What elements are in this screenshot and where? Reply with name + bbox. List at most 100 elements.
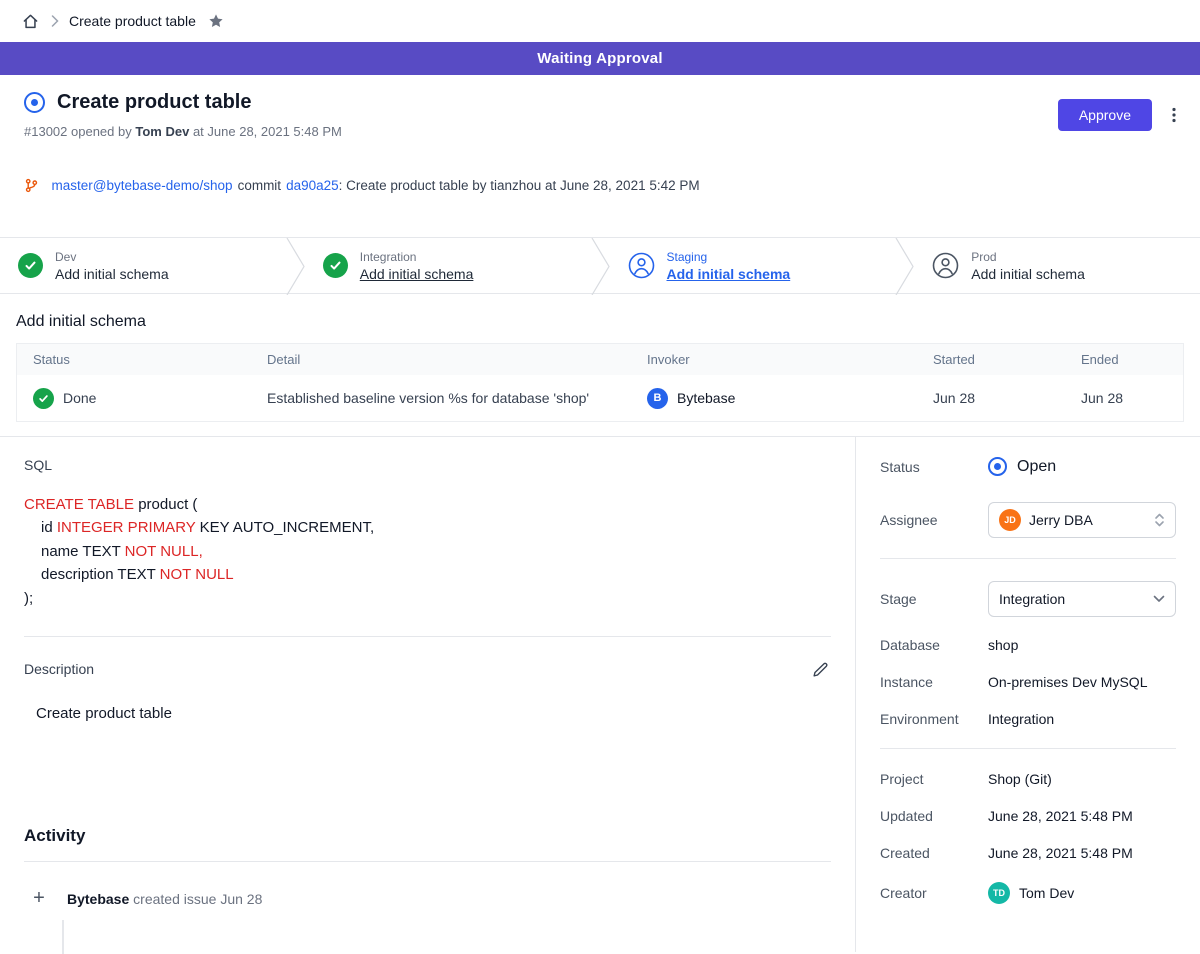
stage-integration[interactable]: Integration Add initial schema (305, 238, 591, 293)
kebab-menu-icon[interactable] (1164, 104, 1184, 126)
issue-author: Tom Dev (135, 124, 189, 139)
database-value: shop (988, 637, 1018, 653)
stage-select[interactable]: Integration (988, 581, 1176, 617)
activity-date: Jun 28 (220, 891, 262, 907)
sql-text: KEY AUTO_INCREMENT, (195, 519, 374, 536)
col-detail: Detail (267, 352, 647, 367)
done-check-icon (33, 388, 54, 409)
commit-hash-link[interactable]: da90a25 (286, 178, 339, 193)
pipeline-stages: Dev Add initial schema Integration Add i… (0, 237, 1200, 294)
sql-keyword: INTEGER PRIMARY (57, 519, 196, 536)
col-invoker: Invoker (647, 352, 933, 367)
stage-task-label: Add initial schema (971, 266, 1085, 282)
stage-task-label: Add initial schema (360, 266, 474, 282)
activity-actor: Bytebase (67, 891, 129, 907)
stage-env-label: Integration (360, 250, 474, 264)
issue-id: #13002 (24, 124, 67, 139)
task-started-cell: Jun 28 (933, 390, 1081, 406)
activity-heading: Activity (24, 826, 831, 846)
commit-repo-link[interactable]: master@bytebase-demo/shop (52, 178, 233, 193)
issue-sidebar: Status Open Assignee JD Jerry DBA Stage … (855, 437, 1200, 952)
stage-env-label: Prod (971, 250, 1085, 264)
issue-at: at (193, 124, 204, 139)
creator-value: Tom Dev (1019, 885, 1074, 901)
activity-action: created issue (133, 891, 216, 907)
task-table: Status Detail Invoker Started Ended Done… (16, 343, 1184, 422)
issue-opened-date: June 28, 2021 5:48 PM (207, 124, 341, 139)
stage-task-label: Add initial schema (667, 266, 791, 282)
star-icon[interactable] (206, 11, 226, 31)
creator-avatar: TD (988, 882, 1010, 904)
issue-main: SQL CREATE TABLE product ( id INTEGER PR… (0, 437, 855, 952)
issue-opened-by: opened by (71, 124, 132, 139)
stage-task-label: Add initial schema (55, 266, 169, 282)
task-status-text: Done (63, 390, 96, 406)
stage-env-label: Staging (667, 250, 791, 264)
stage-done-check-icon (323, 253, 348, 278)
col-status: Status (33, 352, 267, 367)
main-divider (24, 636, 831, 637)
task-table-header: Status Detail Invoker Started Ended (17, 344, 1183, 375)
assignee-avatar: JD (999, 509, 1021, 531)
stage-prod[interactable]: Prod Add initial schema (914, 238, 1200, 293)
activity-divider (24, 861, 831, 862)
assignee-value: Jerry DBA (1029, 512, 1093, 528)
git-branch-icon (24, 148, 47, 223)
approval-banner: Waiting Approval (0, 42, 1200, 75)
stage-staging[interactable]: Staging Add initial schema (610, 238, 896, 293)
task-section: Add initial schema Status Detail Invoker… (0, 313, 1200, 422)
stage-label: Stage (880, 591, 988, 607)
description-label: Description (24, 661, 94, 677)
sql-text: name TEXT (41, 543, 125, 560)
approve-button[interactable]: Approve (1058, 99, 1152, 131)
stage-done-check-icon (18, 253, 43, 278)
sql-text: description TEXT (41, 566, 160, 583)
stage-dev[interactable]: Dev Add initial schema (0, 238, 286, 293)
stage-env-label: Dev (55, 250, 169, 264)
activity-timeline-line (62, 920, 64, 954)
commit-message: : Create product table by tianzhou at Ju… (339, 178, 700, 193)
environment-label: Environment (880, 711, 988, 727)
home-icon[interactable] (20, 11, 41, 32)
project-value: Shop (Git) (988, 771, 1052, 787)
created-label: Created (880, 845, 988, 861)
created-value: June 28, 2021 5:48 PM (988, 845, 1133, 861)
task-status-cell: Done (33, 388, 267, 409)
invoker-avatar: B (647, 388, 668, 409)
sql-label: SQL (24, 457, 831, 473)
sql-keyword: NOT NULL, (125, 543, 203, 560)
task-section-title: Add initial schema (16, 313, 1184, 331)
sql-text: ); (24, 590, 33, 607)
selector-chevrons-icon (1154, 512, 1165, 528)
environment-value: Integration (988, 711, 1054, 727)
assignee-label: Assignee (880, 512, 988, 528)
col-ended: Ended (1081, 352, 1167, 367)
stage-pending-person-icon (628, 252, 655, 279)
instance-value: On-premises Dev MySQL (988, 674, 1147, 690)
add-comment-icon[interactable]: + (24, 884, 54, 914)
description-text: Create product table (36, 705, 831, 722)
activity-item: + Bytebase created issue Jun 28 (24, 884, 831, 914)
breadcrumb-chevron-icon (51, 15, 59, 27)
col-started: Started (933, 352, 1081, 367)
issue-open-icon (24, 92, 45, 113)
table-row[interactable]: Done Established baseline version %s for… (17, 375, 1183, 421)
sql-statement: CREATE TABLE product ( id INTEGER PRIMAR… (24, 493, 831, 610)
issue-title: Create product table (57, 91, 251, 114)
stage-separator (895, 238, 914, 293)
sidebar-divider (880, 748, 1176, 749)
stage-pending-person-icon (932, 252, 959, 279)
task-detail-cell: Established baseline version %s for data… (267, 390, 647, 406)
instance-label: Instance (880, 674, 988, 690)
approval-banner-text: Waiting Approval (537, 50, 662, 67)
breadcrumb: Create product table (0, 0, 1200, 42)
status-label: Status (880, 459, 988, 475)
creator-label: Creator (880, 885, 988, 901)
edit-pencil-icon[interactable] (810, 659, 831, 680)
updated-value: June 28, 2021 5:48 PM (988, 808, 1133, 824)
assignee-select[interactable]: JD Jerry DBA (988, 502, 1176, 538)
task-ended-cell: Jun 28 (1081, 390, 1167, 406)
commit-info: master@bytebase-demo/shop commit da90a25… (24, 148, 1176, 223)
sql-text: id (41, 519, 57, 536)
status-open-icon (988, 457, 1007, 476)
